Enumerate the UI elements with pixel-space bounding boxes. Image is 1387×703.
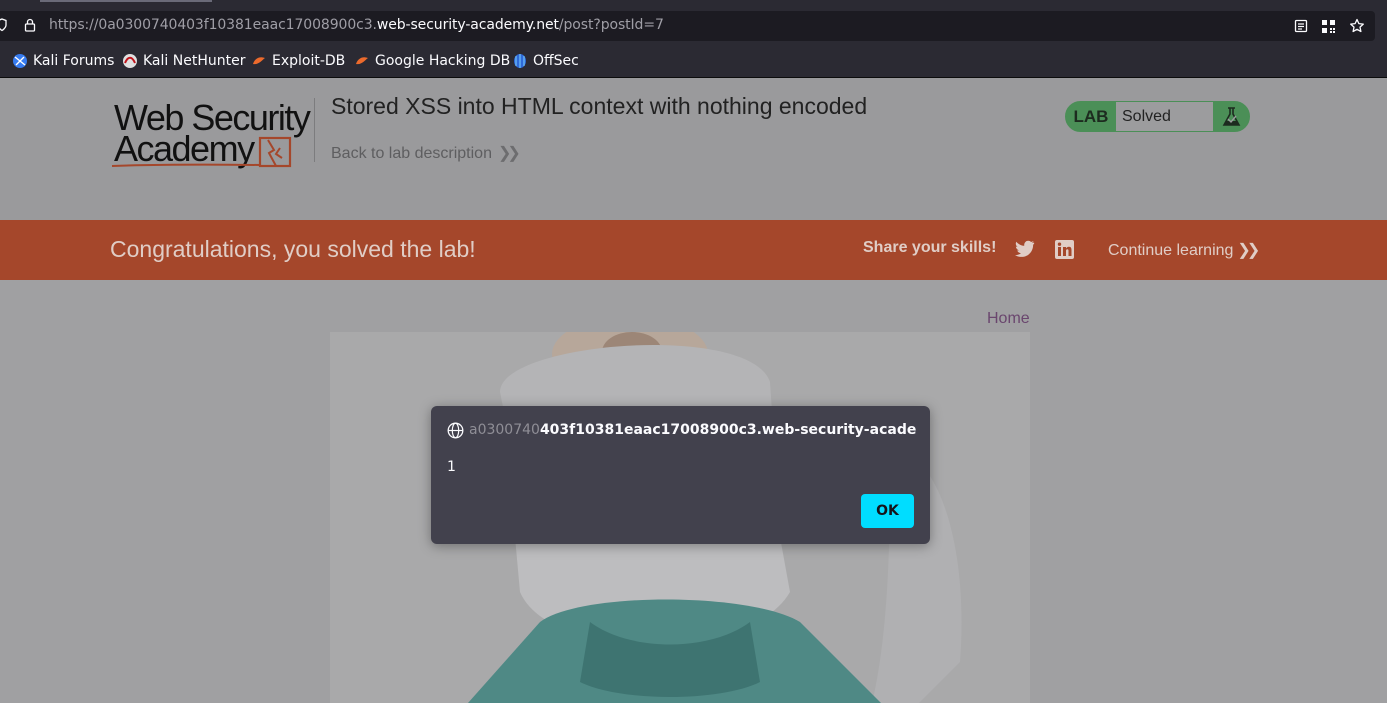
dialog-message: 1 <box>447 459 456 475</box>
lab-status-badge: LAB Solved <box>1065 101 1250 132</box>
reader-view-icon[interactable] <box>1294 19 1308 37</box>
linkedin-icon[interactable] <box>1055 240 1074 259</box>
offsec-icon <box>514 54 526 68</box>
qr-code-icon[interactable] <box>1321 19 1336 38</box>
lab-badge-label: LAB <box>1073 107 1109 126</box>
browser-toolbar: https://0a0300740403f10381eaac17008900c3… <box>0 0 1387 44</box>
home-link[interactable]: Home <box>987 310 1030 328</box>
logo-underline-icon <box>111 163 261 167</box>
bookmarks-toolbar: Kali Forums Kali NetHunter Exploit-DB Go… <box>0 44 1387 78</box>
twitter-icon[interactable] <box>1015 240 1035 258</box>
bookmark-exploit-db[interactable]: Exploit-DB <box>251 53 345 69</box>
bookmark-star-icon[interactable] <box>1349 18 1365 38</box>
exploit-db-icon <box>253 57 265 65</box>
shield-icon[interactable] <box>0 18 7 36</box>
double-chevron-right-icon: ❯❯ <box>497 145 521 162</box>
active-tab-indicator <box>40 0 212 2</box>
web-page: Web Security Academy Stored XSS into HTM… <box>0 78 1387 703</box>
dialog-origin: a0300740403f10381eaac17008900c3.web-secu… <box>469 422 917 438</box>
lab-header: Web Security Academy Stored XSS into HTM… <box>0 78 1387 220</box>
kali-forums-icon <box>13 54 27 68</box>
header-divider <box>314 98 315 162</box>
lock-icon[interactable] <box>24 18 36 36</box>
lab-status-text: Solved <box>1116 102 1213 131</box>
congratulations-message: Congratulations, you solved the lab! <box>110 236 476 262</box>
url-text[interactable]: https://0a0300740403f10381eaac17008900c3… <box>49 17 664 33</box>
bookmark-kali-forums[interactable]: Kali Forums <box>12 53 114 69</box>
continue-learning-link[interactable]: Continue learning ❯❯ <box>1108 240 1260 260</box>
kali-nethunter-icon <box>123 54 137 68</box>
bookmark-kali-nethunter[interactable]: Kali NetHunter <box>122 53 245 69</box>
back-to-lab-description-link[interactable]: Back to lab description ❯❯ <box>331 143 521 163</box>
bookmark-google-hacking-db[interactable]: Google Hacking DB <box>354 53 510 69</box>
ok-button[interactable]: OK <box>861 494 914 528</box>
flask-icon <box>1213 102 1249 131</box>
share-skills-label: Share your skills! <box>863 239 997 256</box>
alert-dialog: a0300740403f10381eaac17008900c3.web-secu… <box>431 406 930 544</box>
globe-icon <box>447 422 464 439</box>
google-hacking-db-icon <box>356 57 368 65</box>
bookmark-offsec[interactable]: OffSec <box>512 53 579 69</box>
solved-banner: Congratulations, you solved the lab! Sha… <box>0 220 1387 280</box>
double-chevron-right-icon: ❯❯ <box>1237 242 1260 259</box>
lab-title: Stored XSS into HTML context with nothin… <box>331 93 868 119</box>
web-security-academy-logo[interactable]: Web Security Academy <box>111 98 312 170</box>
